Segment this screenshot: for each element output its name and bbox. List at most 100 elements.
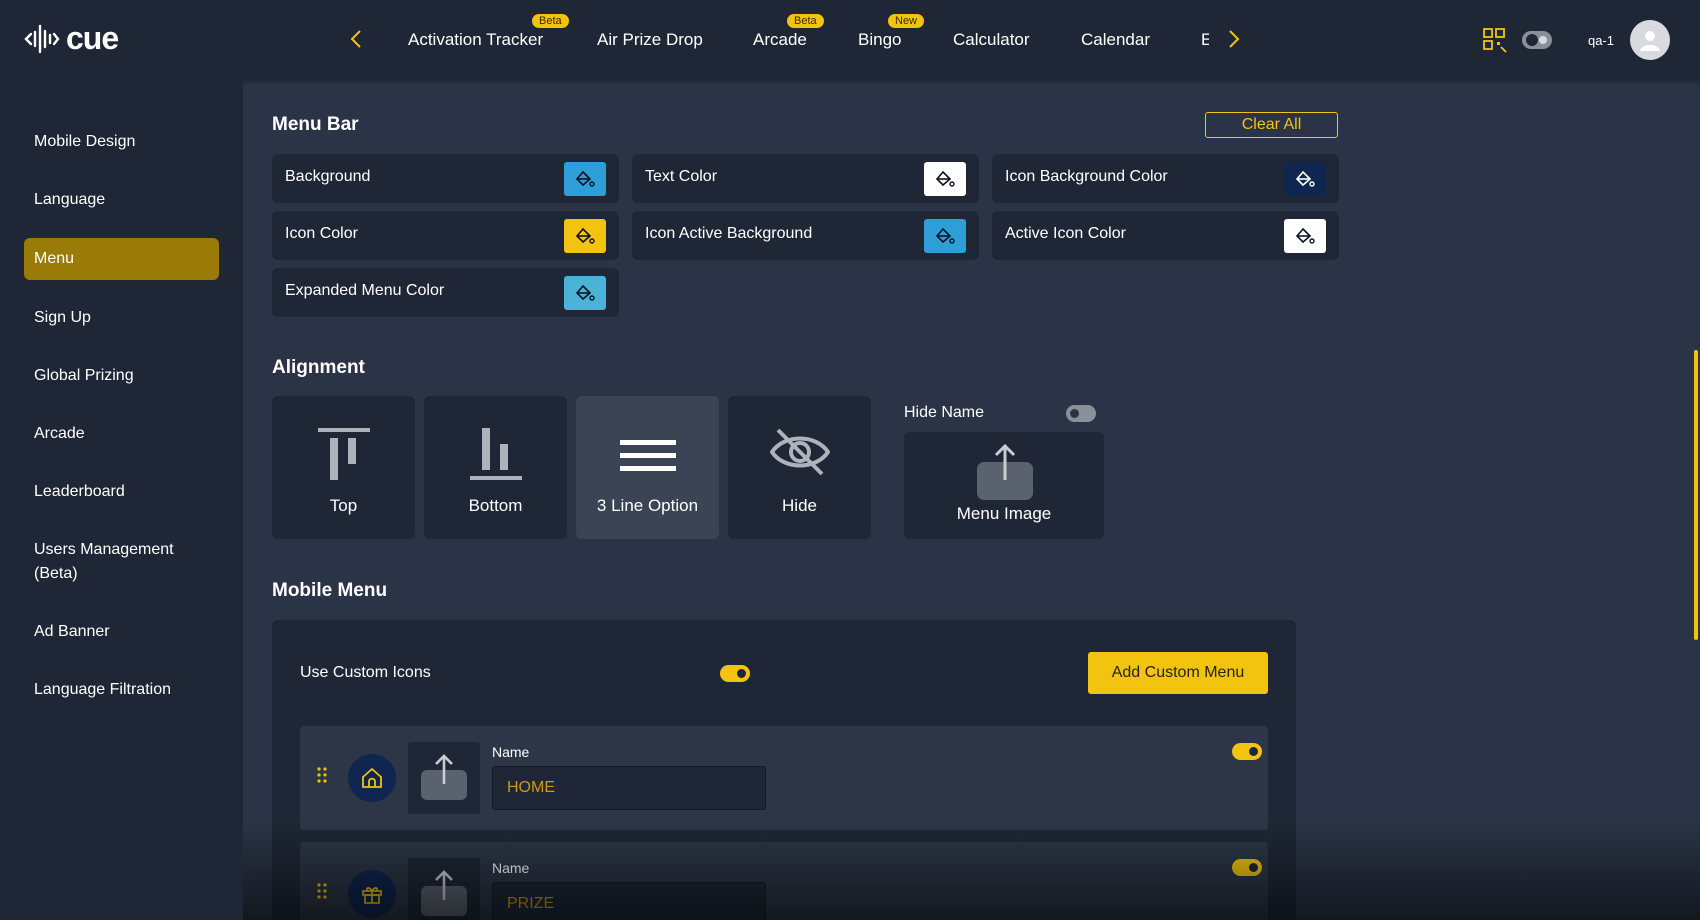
avatar[interactable]: [1630, 20, 1670, 60]
sidebar-item-language-filtration[interactable]: Language Filtration: [24, 670, 219, 710]
hide-name-toggle[interactable]: [1066, 405, 1096, 422]
home-icon: [362, 768, 382, 788]
drag-handle-icon[interactable]: [317, 883, 327, 899]
paint-bucket-icon: [575, 227, 595, 244]
paint-bucket-icon: [575, 284, 595, 301]
scrollbar-thumb[interactable]: [1694, 350, 1698, 640]
upload-icon: [421, 870, 467, 916]
alignment-title: Alignment: [272, 357, 365, 378]
color-picker-swatch[interactable]: [564, 162, 606, 196]
logo-text: cue: [66, 20, 119, 56]
name-label: Name: [492, 744, 530, 760]
color-row-icon-active-background: Icon Active Background: [632, 211, 979, 260]
color-picker-swatch[interactable]: [924, 219, 966, 253]
color-picker-swatch[interactable]: [1284, 162, 1326, 196]
menu-item-row: Name PRIZE: [300, 842, 1268, 920]
chevron-left-icon: [350, 30, 361, 48]
color-row-text-color: Text Color: [632, 154, 979, 203]
user-icon: [1640, 31, 1660, 51]
upload-icon: [421, 754, 467, 800]
tab-label: Calendar: [1081, 30, 1150, 49]
chevron-right-icon: [1229, 30, 1240, 48]
menu-item-toggle[interactable]: [1232, 743, 1262, 760]
menu-item-image-upload[interactable]: [408, 742, 480, 814]
qr-code-icon[interactable]: [1482, 27, 1508, 53]
sidebar-item-mobile-design[interactable]: Mobile Design: [24, 122, 219, 162]
sidebar-item-arcade[interactable]: Arcade: [24, 414, 219, 454]
align-option-hide[interactable]: Hide: [728, 396, 871, 539]
sidebar-item-sign-up[interactable]: Sign Up: [24, 298, 219, 338]
hide-name-label: Hide Name: [904, 404, 985, 421]
nav-next-arrow[interactable]: [1222, 26, 1246, 54]
align-option-label: Hide: [782, 496, 817, 515]
drag-handle-icon[interactable]: [317, 767, 327, 783]
mobile-menu-title: Mobile Menu: [272, 580, 388, 601]
menu-item-name-input[interactable]: PRIZE: [492, 882, 766, 920]
tab-label: Calculator: [953, 30, 1030, 49]
clear-all-button[interactable]: Clear All: [1205, 112, 1338, 138]
paint-bucket-icon: [1295, 170, 1315, 187]
tab-label: E: [1201, 30, 1209, 49]
name-label: Name: [492, 860, 530, 876]
tab-air-prize-drop[interactable]: Air Prize Drop: [597, 30, 703, 50]
color-row-background: Background: [272, 154, 619, 203]
mobile-menu-panel: Use Custom Icons Add Custom Menu Name HO…: [272, 620, 1296, 920]
tab-calendar[interactable]: Calendar: [1081, 30, 1150, 50]
paint-bucket-icon: [575, 170, 595, 187]
use-custom-icons-toggle[interactable]: [720, 665, 750, 682]
align-option-label: Bottom: [468, 496, 523, 515]
tab-bingo[interactable]: Bingo New: [858, 14, 925, 50]
menu-image-label: Menu Image: [956, 504, 1052, 523]
sidebar-item-language[interactable]: Language: [24, 180, 219, 220]
color-picker-swatch[interactable]: [924, 162, 966, 196]
tab-label: Bingo: [858, 30, 902, 49]
color-row-expanded-menu-color: Expanded Menu Color: [272, 268, 619, 317]
tab-arcade[interactable]: Arcade Beta: [753, 14, 824, 50]
user-name[interactable]: qa-1: [1588, 33, 1614, 48]
new-badge: New: [888, 14, 925, 28]
align-option-label: 3 Line Option: [596, 496, 699, 515]
menu-item-name-input[interactable]: HOME: [492, 766, 766, 810]
waveform-icon: [24, 24, 60, 53]
sidebar-item-global-prizing[interactable]: Global Prizing: [24, 356, 219, 396]
tab-truncated[interactable]: E: [1201, 30, 1209, 50]
menu-item-icon[interactable]: [348, 754, 396, 802]
color-label: Icon Active Background: [645, 225, 813, 242]
tab-label: Arcade: [753, 30, 807, 49]
hamburger-icon: [619, 440, 676, 471]
menu-item-image-upload[interactable]: [408, 858, 480, 920]
sidebar-item-ad-banner[interactable]: Ad Banner: [24, 612, 219, 652]
top-right-controls: qa-1: [1482, 20, 1670, 60]
align-option-3-line[interactable]: 3 Line Option: [576, 396, 719, 539]
color-row-active-icon-color: Active Icon Color: [992, 211, 1339, 260]
add-custom-menu-button[interactable]: Add Custom Menu: [1088, 652, 1268, 694]
nav-prev-arrow[interactable]: [344, 26, 368, 54]
eye-off-icon: [769, 428, 830, 476]
tab-calculator[interactable]: Calculator: [953, 30, 1030, 50]
tab-activation-tracker[interactable]: Activation Tracker Beta: [408, 14, 569, 50]
color-picker-swatch[interactable]: [564, 219, 606, 253]
sidebar: Mobile Design Language Menu Sign Up Glob…: [0, 80, 243, 920]
gift-icon: [362, 887, 382, 904]
menu-item-toggle[interactable]: [1232, 859, 1262, 876]
color-picker-swatch[interactable]: [564, 276, 606, 310]
use-custom-icons-label: Use Custom Icons: [300, 664, 431, 681]
sidebar-item-users-management[interactable]: Users Management (Beta): [24, 530, 214, 594]
app-logo[interactable]: cue: [24, 20, 119, 57]
menu-item-icon[interactable]: [348, 870, 396, 918]
theme-toggle-icon[interactable]: [1521, 31, 1552, 49]
align-option-top[interactable]: Top: [272, 396, 415, 539]
align-option-bottom[interactable]: Bottom: [424, 396, 567, 539]
paint-bucket-icon: [935, 227, 955, 244]
align-top-icon: [317, 428, 370, 480]
sidebar-item-leaderboard[interactable]: Leaderboard: [24, 472, 219, 512]
color-picker-swatch[interactable]: [1284, 219, 1326, 253]
sidebar-item-menu[interactable]: Menu: [24, 238, 219, 280]
upload-icon: [977, 443, 1033, 500]
align-bottom-icon: [469, 428, 522, 480]
menu-bar-title: Menu Bar: [272, 114, 359, 135]
color-row-icon-background: Icon Background Color: [992, 154, 1339, 203]
color-label: Icon Color: [285, 225, 358, 242]
menu-image-upload[interactable]: Menu Image: [904, 432, 1104, 539]
main-content: Menu Bar Clear All Background Text Color…: [243, 80, 1700, 920]
